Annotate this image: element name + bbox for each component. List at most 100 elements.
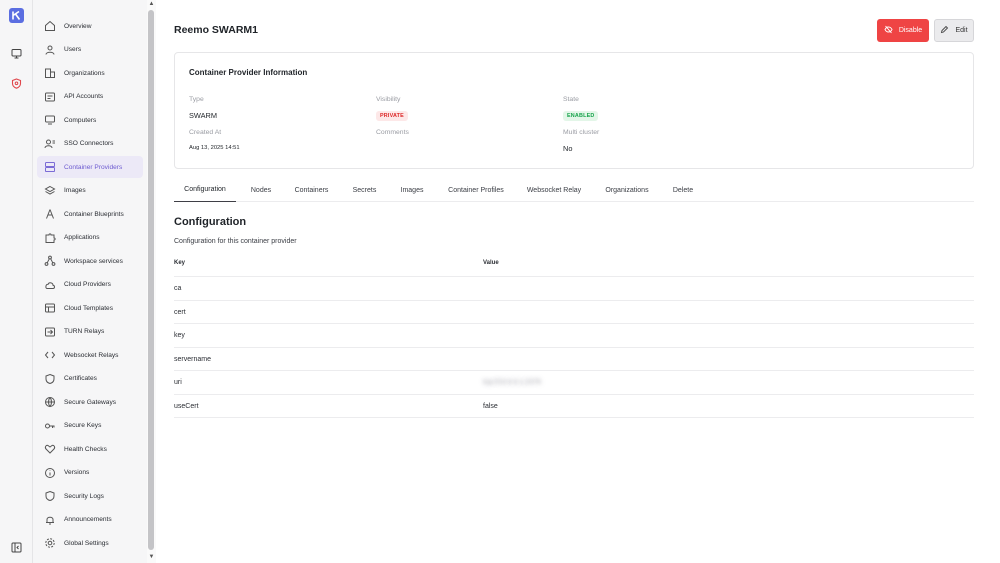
- sidebar-item-websocket-relays[interactable]: Websocket Relays: [37, 344, 143, 366]
- disable-button[interactable]: Disable: [877, 19, 929, 42]
- sidebar-item-label: Cloud Templates: [64, 304, 113, 312]
- kasm-logo-icon[interactable]: [9, 8, 24, 23]
- computer-icon: [44, 114, 56, 126]
- gear-icon: [44, 537, 56, 549]
- sidebar-item-global-settings[interactable]: Global Settings: [37, 532, 143, 554]
- sidebar-item-versions[interactable]: Versions: [37, 462, 143, 484]
- sidebar-item-label: Cloud Providers: [64, 281, 111, 288]
- sidebar-nav: Overview Users Organizations API Accounts Co…: [33, 0, 147, 563]
- sidebar-item-health-checks[interactable]: Health Checks: [37, 438, 143, 460]
- config-section-subtitle: Configuration for this container provide…: [174, 238, 297, 245]
- config-key: useCert: [174, 402, 199, 410]
- scroll-down-arrow-icon[interactable]: ▼: [148, 554, 155, 561]
- sidebar-item-label: API Accounts: [64, 93, 104, 100]
- table-row: cert: [174, 299, 974, 324]
- tab-containers[interactable]: Containers: [284, 178, 339, 202]
- state-badge: ENABLED: [563, 111, 599, 121]
- tab-delete[interactable]: Delete: [664, 178, 702, 202]
- network-icon: [44, 255, 56, 267]
- globe-icon: [44, 396, 56, 408]
- table-bottom-border: [174, 417, 974, 418]
- table-row: key: [174, 323, 974, 347]
- edit-button-label: Edit: [955, 27, 968, 34]
- sidebar-item-images[interactable]: Images: [37, 180, 143, 202]
- table-row: ca: [174, 276, 974, 300]
- compass-icon: [44, 208, 56, 220]
- sidebar-item-applications[interactable]: Applications: [37, 227, 143, 249]
- tab-organizations[interactable]: Organizations: [596, 178, 658, 202]
- sidebar-item-label: Container Providers: [64, 163, 123, 171]
- sidebar-item-label: Certificates: [64, 375, 97, 382]
- sidebar-item-overview[interactable]: Overview: [37, 15, 143, 37]
- sidebar-item-label: Images: [64, 187, 86, 194]
- sidebar-item-announcements[interactable]: Announcements: [37, 509, 143, 531]
- info-icon: [44, 467, 56, 479]
- config-key: ca: [174, 285, 182, 292]
- sidebar-item-label: Organizations: [64, 69, 105, 77]
- multi-cluster-label: Multi cluster: [563, 129, 600, 136]
- pencil-icon: [940, 25, 949, 36]
- cloud-icon: [44, 279, 56, 291]
- disable-button-label: Disable: [898, 27, 923, 34]
- sidebar-item-certificates[interactable]: Certificates: [37, 368, 143, 390]
- disable-icon: [884, 25, 893, 36]
- type-value: SWARM: [189, 111, 218, 120]
- tab-secrets[interactable]: Secrets: [342, 178, 387, 202]
- sidebar-item-secure-keys[interactable]: Secure Keys: [37, 415, 143, 437]
- sidebar-scrollbar[interactable]: ▲ ▼: [147, 0, 156, 563]
- scroll-up-arrow-icon[interactable]: ▲: [148, 1, 155, 8]
- sidebar-item-label: Computers: [64, 116, 97, 124]
- sidebar-item-label: Applications: [64, 234, 100, 241]
- sidebar-item-label: SSO Connectors: [64, 140, 114, 147]
- sidebar-item-sso-connectors[interactable]: SSO Connectors: [37, 133, 143, 155]
- main-content: Reemo SWARM1 Disable Edit Container Prov…: [156, 0, 1000, 563]
- sidebar-item-users[interactable]: Users: [37, 39, 143, 61]
- sidebar-item-computers[interactable]: Computers: [37, 109, 143, 131]
- sidebar-item-label: Global Settings: [64, 539, 109, 547]
- scrollbar-thumb[interactable]: [148, 10, 154, 550]
- sidebar-item-workspace-services[interactable]: Workspace services: [37, 250, 143, 272]
- tab-configuration[interactable]: Configuration: [174, 178, 236, 202]
- sidebar-item-cloud-providers[interactable]: Cloud Providers: [37, 274, 143, 296]
- sidebar-item-organizations[interactable]: Organizations: [37, 62, 143, 84]
- sidebar-item-container-providers[interactable]: Container Providers: [37, 156, 143, 178]
- sidebar-item-label: Websocket Relays: [64, 351, 119, 359]
- page-title: Reemo SWARM1: [174, 24, 259, 36]
- user-icon: [44, 44, 56, 56]
- sidebar-item-secure-gateways[interactable]: Secure Gateways: [37, 391, 143, 413]
- edit-button[interactable]: Edit: [934, 19, 974, 42]
- monitor-icon[interactable]: [10, 47, 23, 60]
- sidebar-item-api-accounts[interactable]: API Accounts: [37, 86, 143, 108]
- sidebar-item-cloud-templates[interactable]: Cloud Templates: [37, 297, 143, 319]
- server-icon: [44, 161, 56, 173]
- created-at-value: Aug 13, 2025 14:51: [189, 145, 240, 151]
- column-header-key: Key: [174, 260, 186, 266]
- sso-icon: [44, 138, 56, 150]
- shield-admin-icon[interactable]: [10, 77, 23, 90]
- sidebar-item-container-blueprints[interactable]: Container Blueprints: [37, 203, 143, 225]
- key-icon: [44, 420, 56, 432]
- tab-container-profiles[interactable]: Container Profiles: [438, 178, 514, 202]
- sidebar-item-label: Workspace services: [64, 257, 123, 265]
- multi-cluster-value: No: [563, 144, 573, 153]
- sidebar-item-security-logs[interactable]: Security Logs: [37, 485, 143, 507]
- building-icon: [44, 67, 56, 79]
- provider-info-card: Container Provider Information Type SWAR…: [174, 52, 974, 169]
- config-key: key: [174, 332, 185, 339]
- tab-images[interactable]: Images: [392, 178, 432, 202]
- heart-icon: [44, 443, 56, 455]
- icon-rail: [0, 0, 33, 563]
- sidebar-item-label: Security Logs: [64, 492, 104, 500]
- sidebar-item-turn-relays[interactable]: TURN Relays: [37, 321, 143, 343]
- config-key: cert: [174, 308, 186, 316]
- certificate-icon: [44, 373, 56, 385]
- tab-websocket-relay[interactable]: Websocket Relay: [518, 178, 590, 202]
- tab-nodes[interactable]: Nodes: [241, 178, 281, 202]
- sidebar-item-label: TURN Relays: [64, 328, 105, 335]
- table-row: useCert false: [174, 393, 974, 418]
- sidebar-item-label: Versions: [64, 469, 90, 476]
- column-header-value: Value: [483, 260, 499, 266]
- collapse-sidebar-icon[interactable]: [10, 541, 23, 554]
- config-section-title: Configuration: [174, 216, 247, 228]
- state-label: State: [563, 96, 579, 103]
